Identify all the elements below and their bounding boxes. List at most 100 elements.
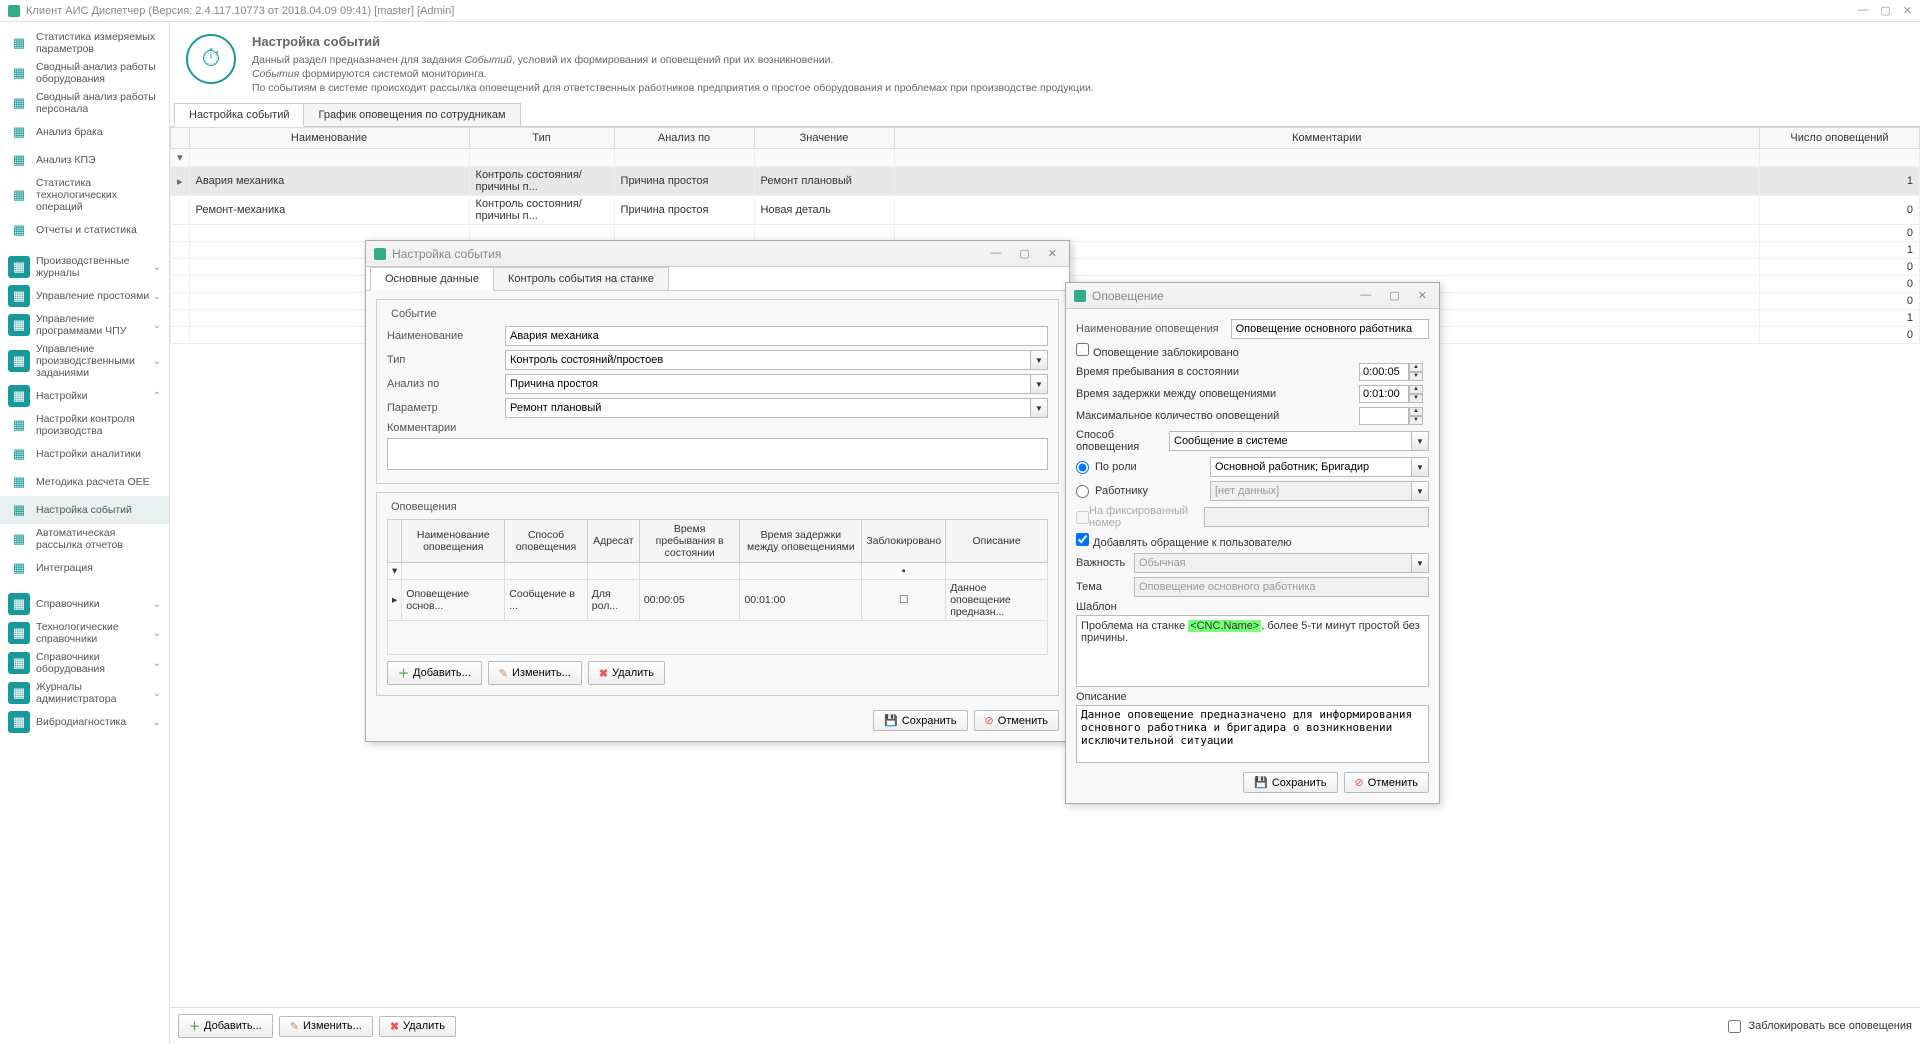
sidebar-item[interactable]: ▦Настройки контроля производства	[0, 410, 169, 440]
add-button[interactable]: ＋Добавить...	[178, 1014, 273, 1038]
sidebar-icon: ▦	[8, 149, 30, 171]
sidebar-item[interactable]: ▦Статистика измеряемых параметров	[0, 28, 169, 58]
notif-name-input[interactable]	[1231, 319, 1429, 339]
sidebar-item[interactable]: ▦Технологические справочники⌄	[0, 618, 169, 648]
block-all-checkbox[interactable]: Заблокировать все оповещения	[1728, 1020, 1913, 1033]
dialog-minimize-icon[interactable]: —	[1356, 287, 1375, 304]
maximize-icon[interactable]: ▢	[1880, 4, 1890, 17]
sidebar-item[interactable]: ▦Методика расчета OEE	[0, 468, 169, 496]
sidebar-item[interactable]: ▦Анализ КПЭ	[0, 146, 169, 174]
event-comment-textarea[interactable]	[387, 438, 1048, 470]
dialog-maximize-icon[interactable]: ▢	[1015, 245, 1033, 262]
dialog-close-icon[interactable]: ✕	[1044, 245, 1061, 262]
save-button[interactable]: 💾Сохранить	[1243, 772, 1337, 793]
notifications-grid[interactable]: Наименование оповещенияСпособ оповещения…	[387, 519, 1048, 655]
sidebar-item[interactable]: ▦Управление программами ЧПУ⌄	[0, 310, 169, 340]
dialog-icon	[1074, 290, 1086, 302]
tab-main-data[interactable]: Основные данные	[370, 267, 494, 291]
sidebar-item[interactable]: ▦Статистика технологических операций	[0, 174, 169, 216]
event-analysis-select[interactable]	[505, 374, 1030, 394]
priority-select[interactable]	[1134, 553, 1411, 573]
sidebar-item[interactable]: ▦Вибродиагностика⌄	[0, 708, 169, 736]
stay-time-spinner[interactable]: ▲▼	[1359, 363, 1429, 381]
sidebar-icon: ▦	[8, 682, 30, 704]
notif-add-button[interactable]: ＋Добавить...	[387, 661, 482, 685]
sidebar-item[interactable]: ▦Справочники⌄	[0, 590, 169, 618]
tab-schedule[interactable]: График оповещения по сотрудникам	[303, 103, 520, 126]
chevron-down-icon[interactable]: ▼	[1030, 398, 1048, 418]
chevron-down-icon[interactable]: ▼	[1411, 457, 1429, 477]
subject-input[interactable]	[1134, 577, 1429, 597]
table-row[interactable]: Ремонт-механикаКонтроль состояния/причин…	[171, 196, 1920, 225]
grid-filter-row[interactable]: ▾	[171, 149, 1920, 167]
desc-textarea[interactable]: Данное оповещение предназначено для инфо…	[1076, 705, 1429, 763]
sidebar-item[interactable]: ▦Журналы администратора⌄	[0, 678, 169, 708]
notif-edit-button[interactable]: ✎Изменить...	[488, 661, 582, 685]
table-row[interactable]: 0	[171, 225, 1920, 242]
sidebar-icon: ▦	[8, 92, 30, 114]
blocked-checkbox[interactable]: Оповещение заблокировано	[1076, 343, 1239, 359]
add-address-checkbox[interactable]: Добавлять обращение к пользователю	[1076, 533, 1292, 549]
notification-row[interactable]: ▸ Оповещение основ... Сообщение в ... Дл…	[388, 580, 1048, 621]
notif-delete-button[interactable]: ✖Удалить	[588, 661, 665, 685]
chevron-down-icon: ⌄	[153, 688, 161, 699]
event-param-select[interactable]	[505, 398, 1030, 418]
chevron-down-icon[interactable]: ▼	[1030, 350, 1048, 370]
max-count-spinner[interactable]: ▲▼	[1359, 407, 1429, 425]
sidebar-item[interactable]: ▦Автоматическая рассылка отчетов	[0, 524, 169, 554]
sidebar-icon: ▦	[8, 557, 30, 579]
sidebar-item[interactable]: ▦Справочники оборудования⌄	[0, 648, 169, 678]
tab-machine-control[interactable]: Контроль события на станке	[493, 267, 669, 290]
sidebar-icon: ▦	[8, 256, 30, 278]
chevron-down-icon: ⌄	[153, 320, 161, 331]
chevron-down-icon: ⌄	[153, 599, 161, 610]
delay-time-spinner[interactable]: ▲▼	[1359, 385, 1429, 403]
chevron-down-icon[interactable]: ▼	[1411, 431, 1429, 451]
sidebar-icon: ▦	[8, 471, 30, 493]
minimize-icon[interactable]: —	[1857, 4, 1868, 17]
fixed-number-checkbox	[1076, 511, 1089, 524]
dialog-maximize-icon[interactable]: ▢	[1385, 287, 1403, 304]
delete-button[interactable]: ✖Удалить	[379, 1016, 456, 1037]
role-select[interactable]	[1210, 457, 1411, 477]
to-worker-radio[interactable]	[1076, 485, 1089, 498]
dialog-title: Оповещение	[1092, 289, 1356, 303]
event-name-input[interactable]	[505, 326, 1048, 346]
dialog-minimize-icon[interactable]: —	[986, 245, 1005, 262]
page-header: ⏱ Настройка событий Данный раздел предна…	[170, 22, 1920, 103]
by-role-radio[interactable]	[1076, 461, 1089, 474]
fixed-number-input	[1204, 507, 1429, 527]
chevron-down-icon[interactable]: ▼	[1030, 374, 1048, 394]
table-row[interactable]: ▸Авария механикаКонтроль состояния/причи…	[171, 167, 1920, 196]
app-title: Клиент АИС Диспетчер (Версия: 2.4.117.10…	[26, 5, 1857, 17]
sidebar-icon: ▦	[8, 219, 30, 241]
close-icon[interactable]: ✕	[1903, 4, 1912, 17]
chevron-down-icon[interactable]: ▼	[1411, 553, 1429, 573]
event-type-select[interactable]	[505, 350, 1030, 370]
sidebar-item[interactable]: ▦Сводный анализ работы персонала	[0, 88, 169, 118]
sidebar-item[interactable]: ▦Настройки⌃	[0, 382, 169, 410]
sidebar-item[interactable]: ▦Настройка событий	[0, 496, 169, 524]
sidebar-item[interactable]: ▦Интеграция	[0, 554, 169, 582]
template-textarea[interactable]: Проблема на станке <CNC.Name>, более 5-т…	[1076, 615, 1429, 687]
sidebar-icon: ▦	[8, 593, 30, 615]
tab-events[interactable]: Настройка событий	[174, 103, 304, 127]
sidebar-item[interactable]: ▦Управление простоями⌄	[0, 282, 169, 310]
dialog-close-icon[interactable]: ✕	[1414, 287, 1431, 304]
sidebar-item[interactable]: ▦Отчеты и статистика	[0, 216, 169, 244]
cancel-button[interactable]: ⊘Отменить	[1344, 772, 1429, 793]
cancel-button[interactable]: ⊘Отменить	[974, 710, 1059, 731]
sidebar-item[interactable]: ▦Настройки аналитики	[0, 440, 169, 468]
method-select[interactable]	[1169, 431, 1411, 451]
save-button[interactable]: 💾Сохранить	[873, 710, 967, 731]
chevron-down-icon: ⌄	[153, 291, 161, 302]
sidebar-icon: ▦	[8, 121, 30, 143]
sidebar-icon: ▦	[8, 499, 30, 521]
pencil-icon: ✎	[290, 1020, 299, 1033]
sidebar-item[interactable]: ▦Сводный анализ работы оборудования	[0, 58, 169, 88]
edit-button[interactable]: ✎Изменить...	[279, 1016, 373, 1037]
chevron-down-icon: ⌄	[153, 658, 161, 669]
sidebar-item[interactable]: ▦Анализ брака	[0, 118, 169, 146]
sidebar-item[interactable]: ▦Управление производственными заданиями⌄	[0, 340, 169, 382]
sidebar-item[interactable]: ▦Производственные журналы⌄	[0, 252, 169, 282]
